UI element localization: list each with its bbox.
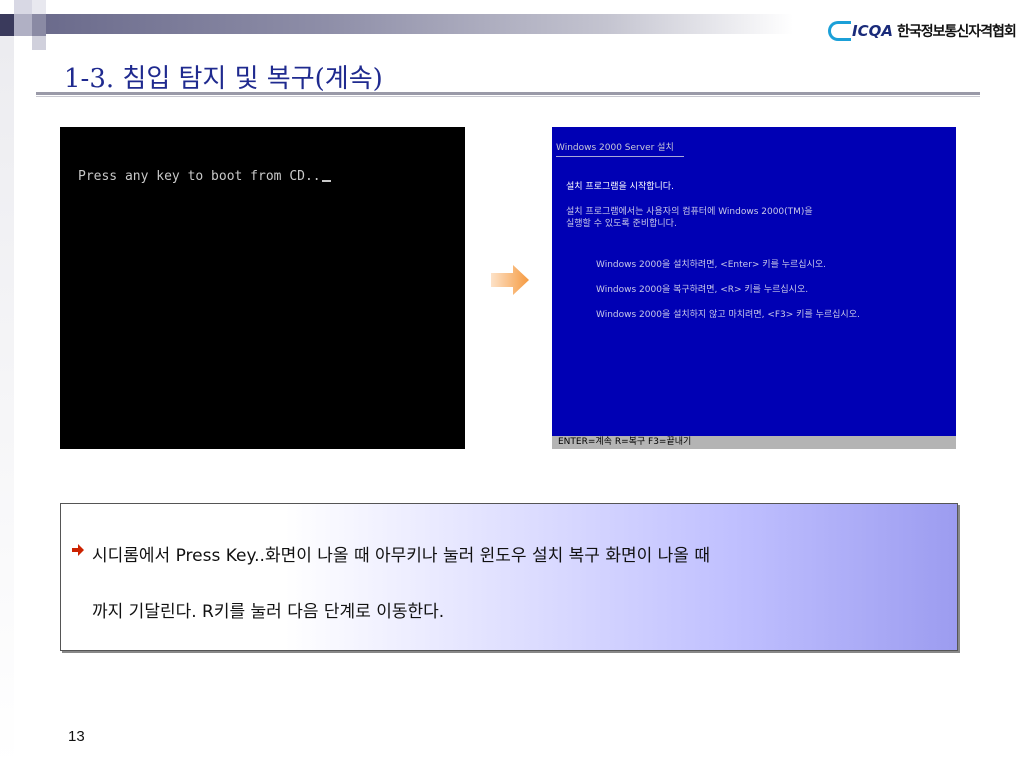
logo-text: 한국정보통신자격협회 bbox=[896, 24, 1017, 40]
left-side-bar bbox=[0, 36, 14, 768]
setup-option-install: Windows 2000을 설치하려면, <Enter> 키를 누르십시오. bbox=[596, 260, 826, 270]
corner-square-4 bbox=[0, 14, 14, 36]
boot-screen-image: Press any key to boot from CD.. bbox=[60, 127, 465, 449]
corner-square-5 bbox=[14, 14, 32, 36]
setup-header: Windows 2000 Server 설치 bbox=[556, 143, 674, 153]
note-line-2: 까지 기달린다. R키를 눌러 다음 단계로 이동한다. bbox=[92, 602, 445, 622]
corner-square-6 bbox=[32, 14, 46, 36]
icqa-logo: ICQA 한국정보통신자격협회 bbox=[828, 20, 1017, 42]
title-underline-thin bbox=[36, 96, 980, 97]
setup-line-desc-2: 실행할 수 있도록 준비합니다. bbox=[566, 219, 677, 229]
page-number: 13 bbox=[68, 728, 85, 745]
bullet-arrow-icon bbox=[72, 544, 84, 556]
setup-option-quit: Windows 2000을 설치하지 않고 마치려면, <F3> 키를 누르십시… bbox=[596, 310, 860, 320]
corner-square-1 bbox=[0, 0, 14, 14]
setup-line-start: 설치 프로그램을 시작합니다. bbox=[566, 182, 674, 192]
note-line-1: 시디롬에서 Press Key..화면이 나올 때 아무키나 눌러 윈도우 설치… bbox=[92, 546, 710, 566]
corner-square-3 bbox=[32, 0, 46, 14]
text-cursor bbox=[321, 180, 331, 182]
corner-square-7 bbox=[32, 36, 46, 50]
setup-header-rule bbox=[556, 156, 684, 157]
corner-square-2 bbox=[14, 0, 32, 14]
setup-option-repair: Windows 2000을 복구하려면, <R> 키를 누르십시오. bbox=[596, 285, 809, 295]
title-underline bbox=[36, 92, 980, 95]
boot-screen-text: Press any key to boot from CD.. bbox=[78, 169, 331, 184]
logo-mark: ICQA bbox=[852, 22, 893, 40]
slide-title: 1-3. 침입 탐지 및 복구(계속) bbox=[64, 64, 383, 94]
logo-swoosh-icon bbox=[828, 21, 851, 41]
note-box: 시디롬에서 Press Key..화면이 나올 때 아무키나 눌러 윈도우 설치… bbox=[60, 503, 958, 651]
setup-status-bar: ENTER=계속 R=복구 F3=끝내기 bbox=[552, 436, 956, 449]
right-arrow-icon bbox=[491, 265, 529, 295]
windows-setup-screen: Windows 2000 Server 설치 설치 프로그램을 시작합니다. 설… bbox=[552, 127, 956, 449]
